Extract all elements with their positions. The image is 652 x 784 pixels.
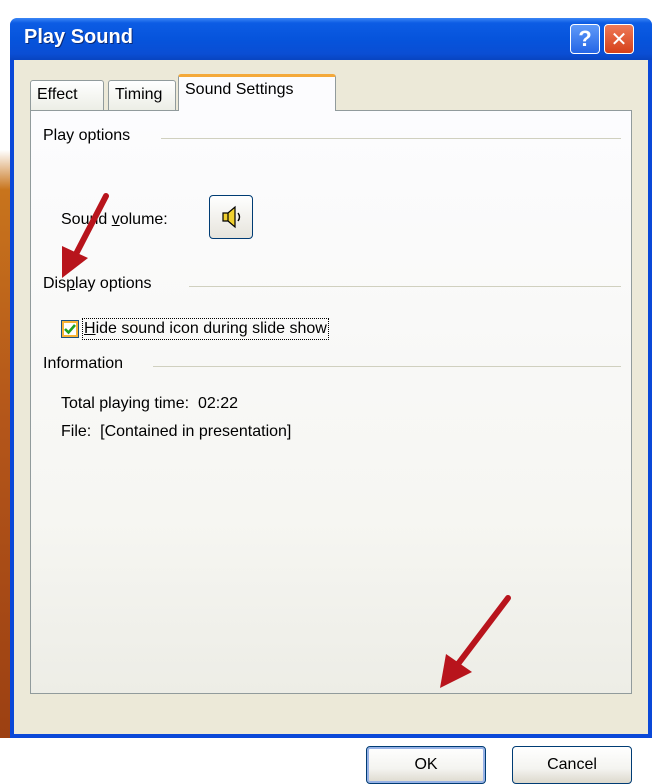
sound-settings-panel: Play options Sound volume: Display optio… [30,110,632,694]
display-options-heading: Display options [43,275,152,292]
help-icon: ? [578,26,592,51]
close-button[interactable]: ✕ [604,24,634,54]
group-divider [153,366,621,367]
ok-button[interactable]: OK [366,746,486,784]
cancel-button[interactable]: Cancel [512,746,632,784]
hide-sound-icon-option[interactable]: Hide sound icon during slide show [61,317,329,341]
play-sound-dialog: Play Sound ? ✕ Effect Timing Sound Setti… [10,18,652,784]
hide-sound-icon-label[interactable]: Hide sound icon during slide show [82,318,329,340]
dialog-client-area: Effect Timing Sound Settings Play option… [14,60,648,784]
tab-timing[interactable]: Timing [108,80,176,110]
tab-sound-settings[interactable]: Sound Settings [178,74,336,111]
information-group: Information [43,355,621,379]
title-bar: Play Sound ? ✕ [10,18,652,60]
display-options-group: Display options [43,275,621,299]
tab-effect[interactable]: Effect [30,80,104,110]
file-info: File: [Contained in presentation] [61,423,292,440]
close-icon: ✕ [610,28,628,51]
help-button[interactable]: ? [570,24,600,54]
group-divider [189,286,621,287]
sound-volume-button[interactable] [209,195,253,239]
total-playing-time: Total playing time: 02:22 [61,395,238,412]
checkmark-icon [64,324,76,335]
play-options-heading: Play options [43,127,131,144]
information-heading: Information [43,355,124,372]
sound-volume-label: Sound volume: [61,211,168,228]
speaker-icon [222,205,241,229]
group-divider [161,138,621,139]
dialog-title: Play Sound [24,26,133,48]
play-options-group: Play options [43,127,621,151]
hide-sound-icon-checkbox[interactable] [61,320,79,338]
